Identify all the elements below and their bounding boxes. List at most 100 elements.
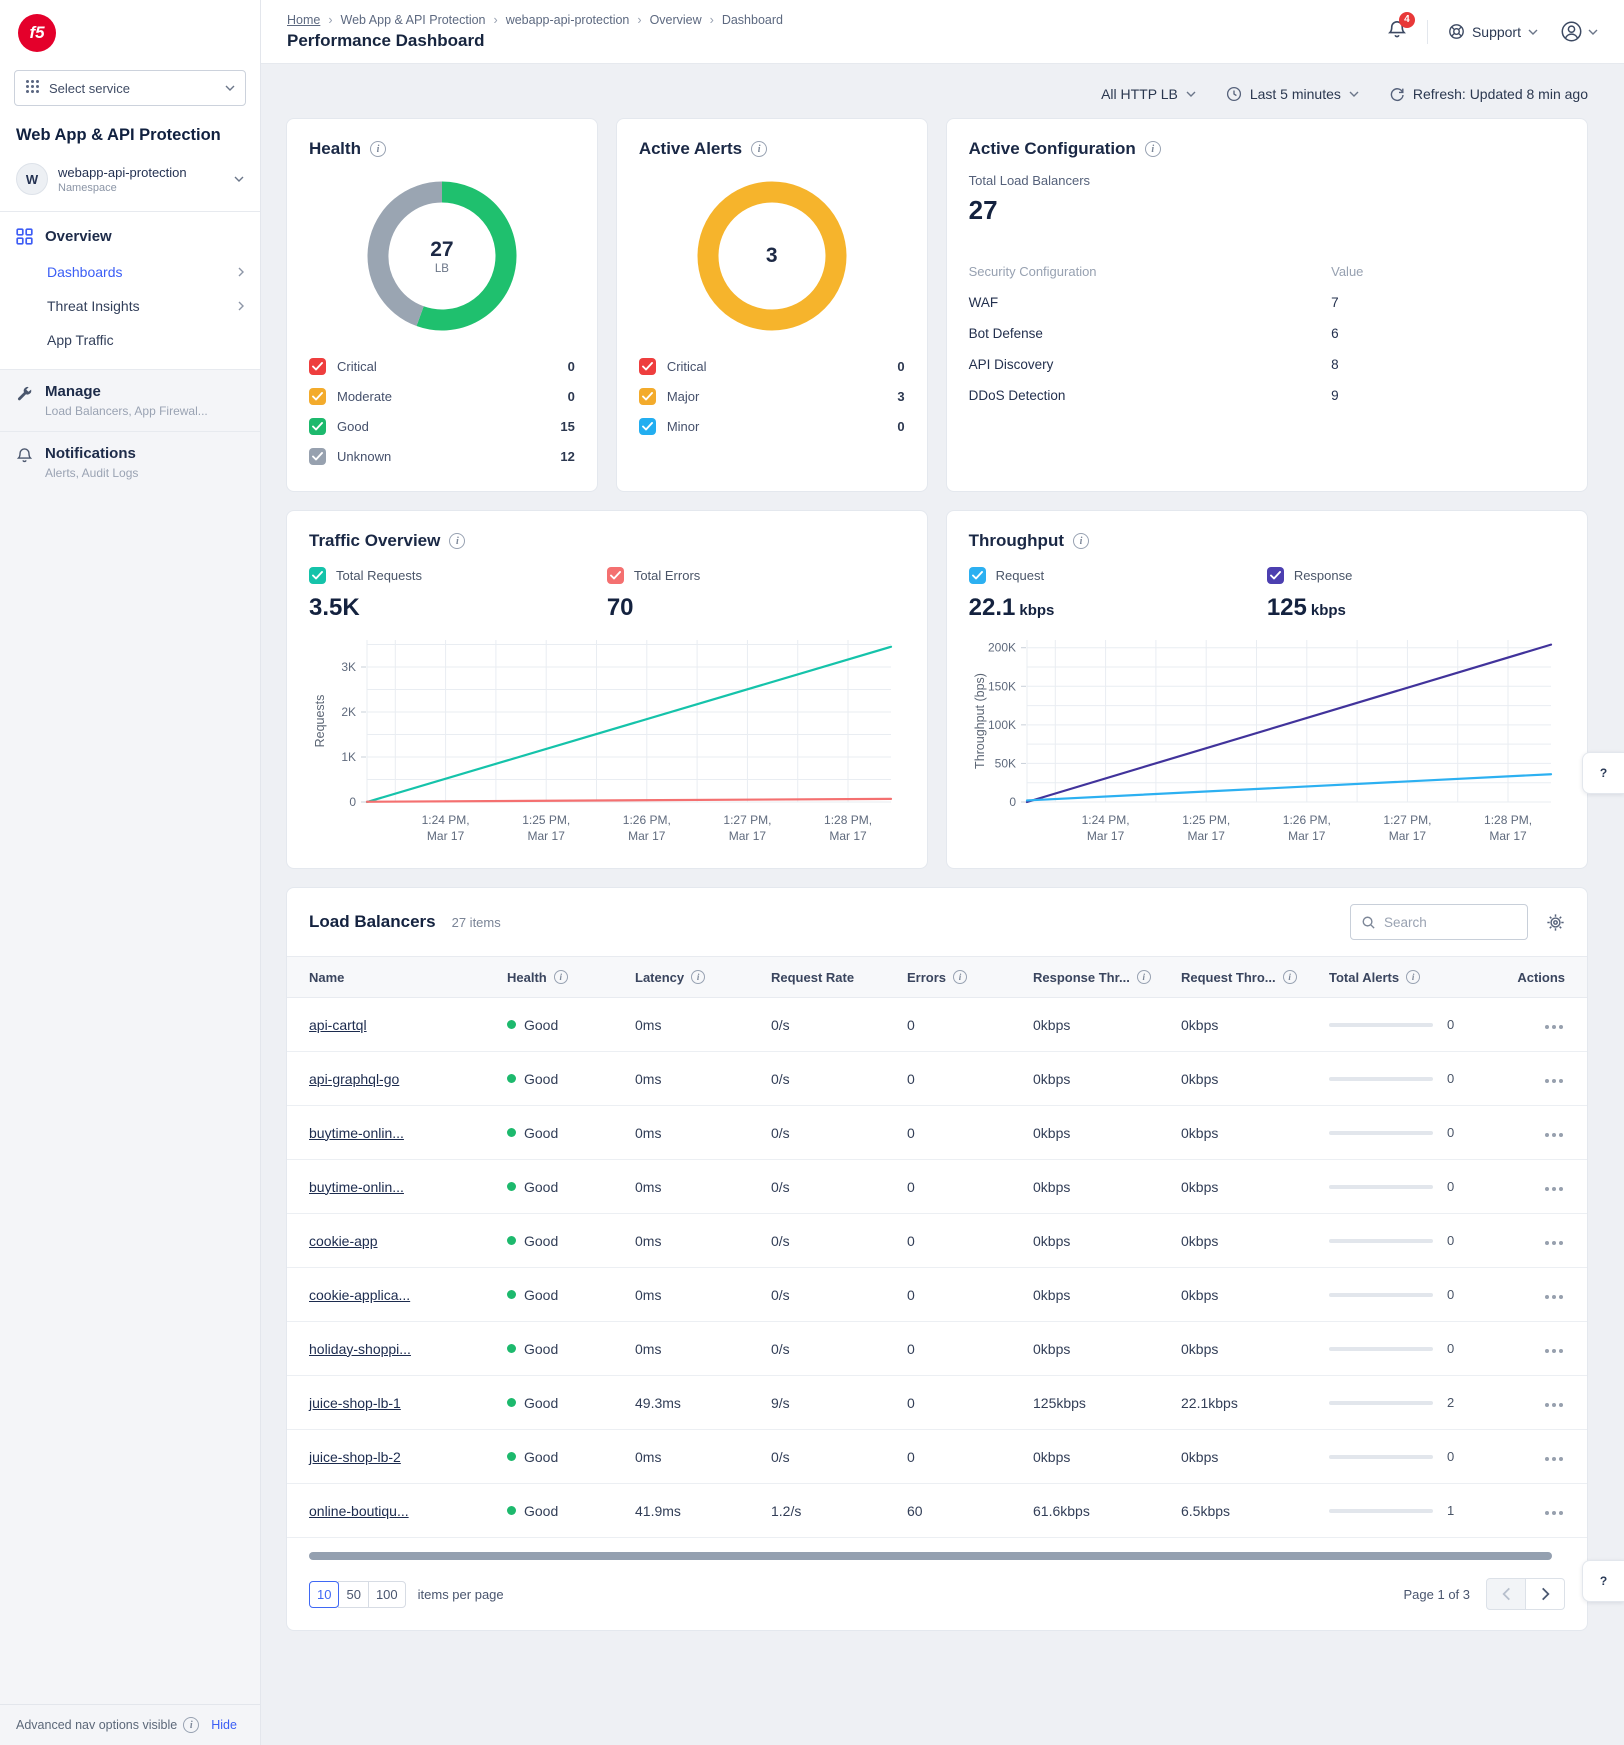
- breadcrumb-item[interactable]: Overview: [650, 13, 702, 27]
- svg-text:1:25 PM,: 1:25 PM,: [1182, 813, 1230, 827]
- column-header-request-rate[interactable]: Request Rate: [771, 970, 907, 985]
- checkbox-checked-icon[interactable]: [639, 358, 656, 375]
- help-button[interactable]: ?: [1582, 752, 1624, 794]
- notifications-bell-button[interactable]: 4: [1387, 19, 1407, 45]
- lb-filter-dropdown[interactable]: All HTTP LB: [1101, 86, 1196, 102]
- response-throughput-cell: 61.6kbps: [1033, 1503, 1181, 1519]
- service-selector[interactable]: Select service: [14, 70, 246, 106]
- search-input[interactable]: [1384, 915, 1517, 930]
- column-header-actions[interactable]: Actions: [1501, 970, 1565, 985]
- info-icon[interactable]: i: [183, 1717, 199, 1733]
- row-actions-button[interactable]: [1543, 1399, 1565, 1411]
- info-icon[interactable]: i: [953, 970, 967, 984]
- sidebar-item-notifications[interactable]: Notifications Alerts, Audit Logs: [0, 431, 260, 493]
- lb-name-link[interactable]: juice-shop-lb-1: [309, 1395, 401, 1411]
- breadcrumb-item[interactable]: Home: [287, 13, 320, 27]
- info-icon[interactable]: i: [554, 970, 568, 984]
- table-row: buytime-onlin...Good0ms0/s00kbps0kbps0: [287, 1160, 1587, 1214]
- column-header-total-alerts[interactable]: Total Alertsi: [1329, 970, 1501, 985]
- column-header-errors[interactable]: Errorsi: [907, 970, 1033, 985]
- info-icon[interactable]: i: [1073, 533, 1089, 549]
- column-header-latency[interactable]: Latencyi: [635, 970, 771, 985]
- checkbox-checked-icon[interactable]: [309, 358, 326, 375]
- gear-icon[interactable]: [1546, 913, 1565, 932]
- row-actions-button[interactable]: [1543, 1183, 1565, 1195]
- row-actions-button[interactable]: [1543, 1345, 1565, 1357]
- prev-page-button[interactable]: [1486, 1578, 1526, 1610]
- response-throughput-cell: 0kbps: [1033, 1125, 1181, 1141]
- sidebar-item-manage[interactable]: Manage Load Balancers, App Firewal...: [0, 369, 260, 431]
- series-checkbox[interactable]: [607, 567, 624, 584]
- info-icon[interactable]: i: [370, 141, 386, 157]
- lb-name-link[interactable]: buytime-onlin...: [309, 1125, 404, 1141]
- sidebar-item-app-traffic[interactable]: App Traffic: [0, 323, 260, 357]
- health-cell: Good: [507, 1233, 635, 1249]
- lb-name-link[interactable]: api-cartql: [309, 1017, 367, 1033]
- info-icon[interactable]: i: [449, 533, 465, 549]
- checkbox-checked-icon[interactable]: [309, 418, 326, 435]
- sidebar-item-overview[interactable]: Overview: [0, 212, 260, 255]
- lb-name-link[interactable]: holiday-shoppi...: [309, 1341, 411, 1357]
- total-alerts-cell: 2: [1329, 1395, 1501, 1410]
- breadcrumb-item[interactable]: Web App & API Protection: [341, 13, 486, 27]
- throughput-chart: 050K100K150K200K1:24 PM,Mar 171:25 PM,Ma…: [969, 632, 1565, 848]
- lb-name-link[interactable]: buytime-onlin...: [309, 1179, 404, 1195]
- sidebar-item-threat-insights[interactable]: Threat Insights: [0, 289, 260, 323]
- lb-name-link[interactable]: cookie-app: [309, 1233, 378, 1249]
- row-actions-button[interactable]: [1543, 1129, 1565, 1141]
- support-menu[interactable]: Support: [1448, 23, 1538, 40]
- row-actions-button[interactable]: [1543, 1453, 1565, 1465]
- checkbox-checked-icon[interactable]: [309, 448, 326, 465]
- series-checkbox[interactable]: [309, 567, 326, 584]
- refresh-button[interactable]: Refresh: Updated 8 min ago: [1389, 86, 1588, 102]
- breadcrumb-item[interactable]: webapp-api-protection: [506, 13, 630, 27]
- svg-text:2K: 2K: [341, 705, 356, 719]
- chevron-down-icon: [225, 85, 235, 91]
- legend-value: 0: [897, 359, 904, 374]
- lb-name-link[interactable]: juice-shop-lb-2: [309, 1449, 401, 1465]
- info-icon[interactable]: i: [751, 141, 767, 157]
- f5-logo[interactable]: f5: [18, 14, 56, 52]
- breadcrumb-item[interactable]: Dashboard: [722, 13, 783, 27]
- help-button[interactable]: ?: [1582, 1560, 1624, 1602]
- legend-value: 15: [560, 419, 574, 434]
- series-checkbox[interactable]: [1267, 567, 1284, 584]
- lb-name-link[interactable]: cookie-applica...: [309, 1287, 410, 1303]
- next-page-button[interactable]: [1525, 1578, 1565, 1610]
- total-lb-label: Total Load Balancers: [969, 173, 1565, 188]
- row-actions-button[interactable]: [1543, 1507, 1565, 1519]
- page-size-button-100[interactable]: 100: [368, 1581, 406, 1608]
- time-range-dropdown[interactable]: Last 5 minutes: [1226, 86, 1359, 102]
- health-cell: Good: [507, 1287, 635, 1303]
- page-size-button-10[interactable]: 10: [309, 1581, 339, 1608]
- search-box[interactable]: [1350, 904, 1528, 940]
- row-actions-button[interactable]: [1543, 1291, 1565, 1303]
- sidebar-item-dashboards[interactable]: Dashboards: [0, 255, 260, 289]
- column-header-response-thr[interactable]: Response Thr...i: [1033, 970, 1181, 985]
- lb-name-link[interactable]: api-graphql-go: [309, 1071, 399, 1087]
- info-icon[interactable]: i: [1137, 970, 1151, 984]
- column-header-health[interactable]: Healthi: [507, 970, 635, 985]
- svg-text:1:28 PM,: 1:28 PM,: [1484, 813, 1532, 827]
- checkbox-checked-icon[interactable]: [639, 388, 656, 405]
- row-actions-button[interactable]: [1543, 1237, 1565, 1249]
- namespace-selector[interactable]: W webapp-api-protection Namespace: [0, 159, 260, 211]
- row-actions-button[interactable]: [1543, 1021, 1565, 1033]
- column-header-request-thro[interactable]: Request Thro...i: [1181, 970, 1329, 985]
- series-checkbox[interactable]: [969, 567, 986, 584]
- info-icon[interactable]: i: [691, 970, 705, 984]
- hide-link[interactable]: Hide: [211, 1718, 237, 1732]
- info-icon[interactable]: i: [1406, 970, 1420, 984]
- lb-name-link[interactable]: online-boutiqu...: [309, 1503, 409, 1519]
- checkbox-checked-icon[interactable]: [309, 388, 326, 405]
- page-size-button-50[interactable]: 50: [338, 1581, 368, 1608]
- row-actions-button[interactable]: [1543, 1075, 1565, 1087]
- horizontal-scrollbar[interactable]: [309, 1552, 1565, 1560]
- scrollbar-thumb[interactable]: [309, 1552, 1552, 1560]
- info-icon[interactable]: i: [1145, 141, 1161, 157]
- info-icon[interactable]: i: [1283, 970, 1297, 984]
- checkbox-checked-icon[interactable]: [639, 418, 656, 435]
- chevron-down-icon: [1588, 29, 1598, 35]
- user-menu[interactable]: [1560, 20, 1598, 43]
- column-header-name[interactable]: Name: [309, 970, 507, 985]
